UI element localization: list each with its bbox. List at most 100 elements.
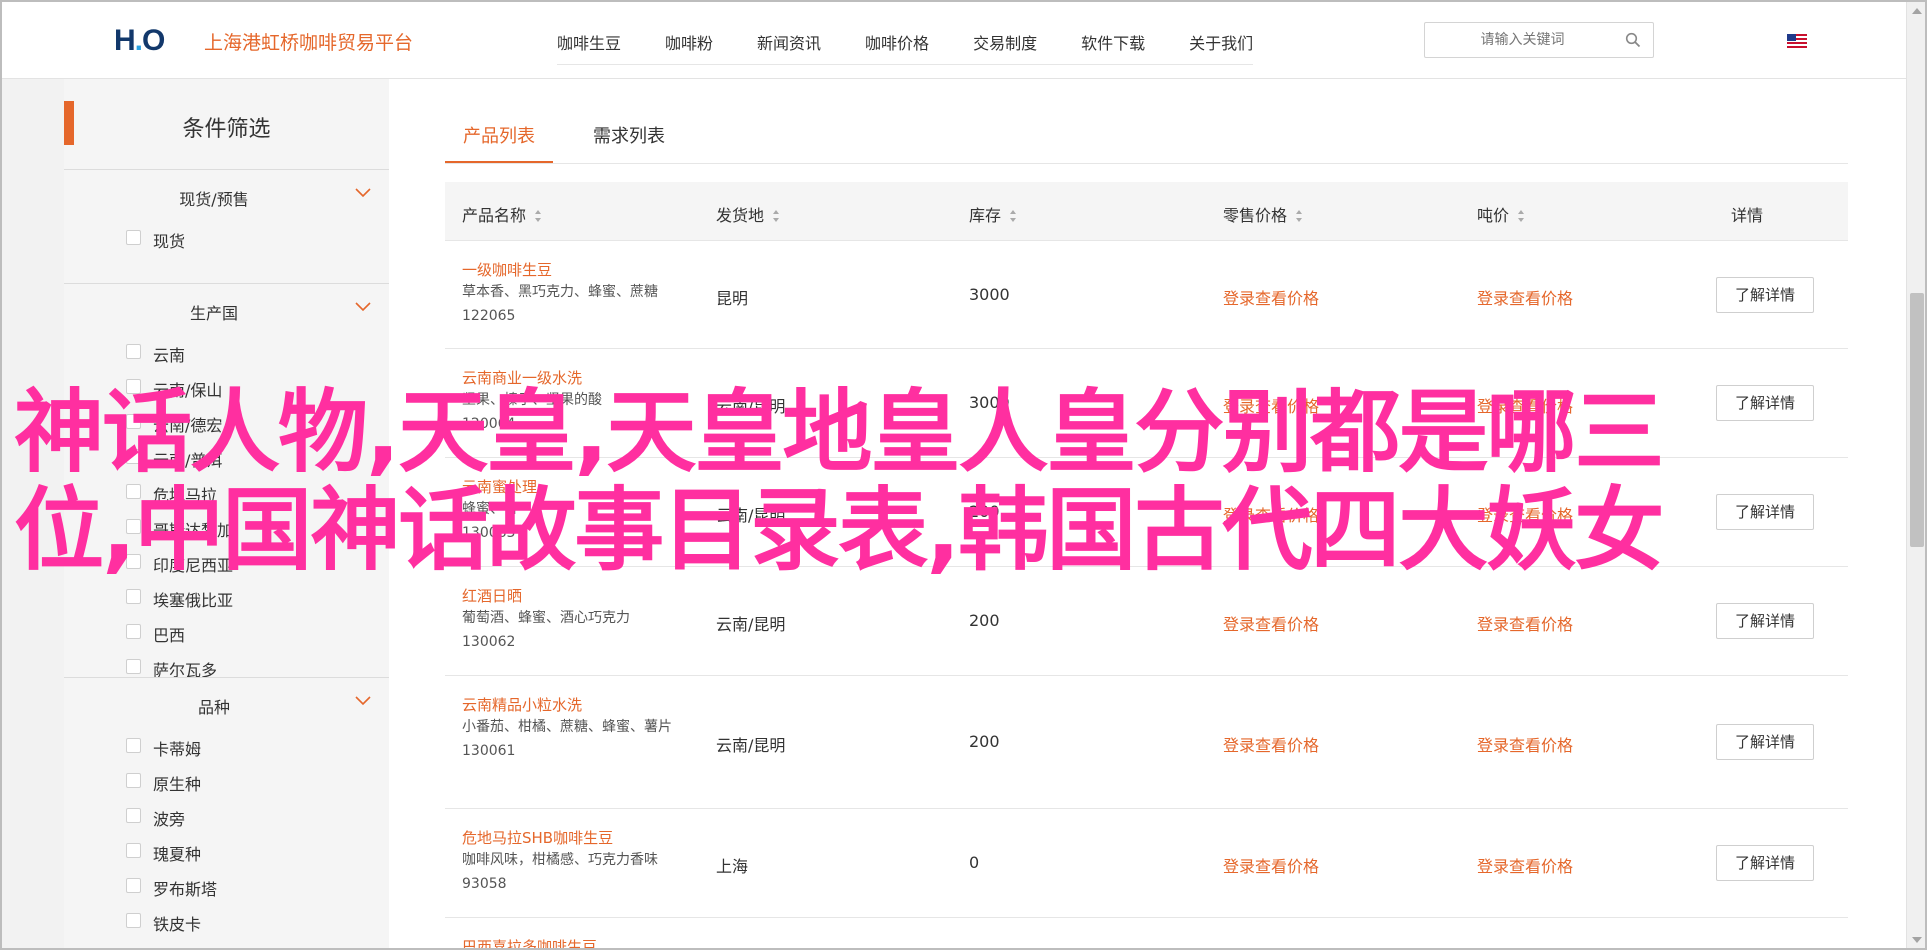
checkbox[interactable] [126, 808, 141, 823]
filter-option-label: 卡蒂姆 [153, 740, 202, 759]
search-icon[interactable] [1625, 32, 1641, 48]
column-header-ton-price[interactable]: 吨价 [1477, 202, 1525, 226]
filter-option[interactable]: 哥斯达黎加 [64, 513, 389, 548]
column-header-stock[interactable]: 库存 [969, 202, 1017, 226]
filter-option[interactable]: 巴西 [64, 618, 389, 653]
tab-demand-list[interactable]: 需求列表 [593, 122, 665, 148]
filter-group-header[interactable]: 现货/预售 [64, 170, 389, 224]
site-title[interactable]: 上海港虹桥咖啡贸易平台 [204, 28, 413, 55]
column-header-origin[interactable]: 发货地 [716, 202, 780, 226]
scroll-down-arrow-icon[interactable] [1912, 937, 1922, 943]
filter-option[interactable]: 云南/保山 [64, 373, 389, 408]
filter-group-header[interactable]: 生产国 [64, 284, 389, 338]
ton-price-login-link[interactable]: 登录查看价格 [1477, 502, 1573, 526]
checkbox[interactable] [126, 449, 141, 464]
checkbox[interactable] [126, 773, 141, 788]
nav-item-about[interactable]: 关于我们 [1189, 22, 1253, 64]
checkbox[interactable] [126, 878, 141, 893]
product-name[interactable]: 云南蜜处理 [462, 476, 537, 497]
chevron-down-icon[interactable] [355, 302, 371, 312]
filter-option[interactable]: 云南/普洱 [64, 443, 389, 478]
scrollbar-thumb[interactable] [1910, 293, 1924, 547]
ton-price-login-link[interactable]: 登录查看价格 [1477, 393, 1573, 417]
filter-option[interactable]: 现货 [64, 224, 389, 259]
ton-price-login-link[interactable]: 登录查看价格 [1477, 853, 1573, 877]
retail-price-login-link[interactable]: 登录查看价格 [1223, 393, 1319, 417]
retail-price-login-link[interactable]: 登录查看价格 [1223, 285, 1319, 309]
filter-option[interactable]: 波旁 [64, 802, 389, 837]
column-header-retail-price[interactable]: 零售价格 [1223, 202, 1303, 226]
checkbox[interactable] [126, 230, 141, 245]
site-logo[interactable]: H.O [114, 24, 174, 58]
retail-price-login-link[interactable]: 登录查看价格 [1223, 732, 1319, 756]
table-row: 危地马拉SHB咖啡生豆 咖啡风味，柑橘感、巧克力香味 93058 上海 0 登录查… [445, 810, 1848, 918]
checkbox[interactable] [126, 843, 141, 858]
sort-icon[interactable] [1009, 209, 1017, 223]
checkbox[interactable] [126, 344, 141, 359]
nav-item-prices[interactable]: 咖啡价格 [865, 22, 929, 64]
filter-option[interactable]: 埃塞俄比亚 [64, 583, 389, 618]
ton-price-login-link[interactable]: 登录查看价格 [1477, 611, 1573, 635]
checkbox[interactable] [126, 519, 141, 534]
details-button[interactable]: 了解详情 [1716, 845, 1814, 881]
vertical-scrollbar[interactable] [1906, 2, 1925, 948]
column-header-name[interactable]: 产品名称 [462, 202, 542, 226]
product-name[interactable]: 危地马拉SHB咖啡生豆 [462, 827, 613, 848]
product-name[interactable]: 一级咖啡生豆 [462, 259, 552, 280]
retail-price-login-link[interactable]: 登录查看价格 [1223, 853, 1319, 877]
details-button[interactable]: 了解详情 [1716, 724, 1814, 760]
checkbox[interactable] [126, 379, 141, 394]
filter-option[interactable]: 铁皮卡 [64, 907, 389, 942]
sort-icon[interactable] [1295, 209, 1303, 223]
sort-icon[interactable] [534, 209, 542, 223]
filter-option[interactable]: 瑰夏种 [64, 837, 389, 872]
us-flag-icon[interactable] [1787, 34, 1807, 48]
checkbox[interactable] [126, 624, 141, 639]
checkbox[interactable] [126, 414, 141, 429]
details-button[interactable]: 了解详情 [1716, 494, 1814, 530]
filter-option[interactable]: 云南/德宏 [64, 408, 389, 443]
filter-option[interactable]: 罗布斯塔 [64, 872, 389, 907]
ton-price-login-link[interactable]: 登录查看价格 [1477, 285, 1573, 309]
product-description: 草本香、黑巧克力、蜂蜜、蔗糖 122065 [462, 280, 672, 328]
filter-group-header[interactable]: 品种 [64, 678, 389, 732]
sort-icon[interactable] [1517, 209, 1525, 223]
checkbox[interactable] [126, 554, 141, 569]
checkbox[interactable] [126, 589, 141, 604]
product-name[interactable]: 巴西喜拉多咖啡生豆 [462, 936, 597, 948]
search-input[interactable] [1425, 23, 1620, 57]
filter-option[interactable]: 卡蒂姆 [64, 732, 389, 767]
details-button[interactable]: 了解详情 [1716, 385, 1814, 421]
details-button[interactable]: 了解详情 [1716, 277, 1814, 313]
filter-option[interactable]: 云南 [64, 338, 389, 373]
filter-option[interactable]: 危地马拉 [64, 478, 389, 513]
filter-option[interactable]: 印度尼西亚 [64, 548, 389, 583]
nav-item-trading-rules[interactable]: 交易制度 [973, 22, 1037, 64]
nav-item-coffee-powder[interactable]: 咖啡粉 [665, 22, 713, 64]
chevron-down-icon[interactable] [355, 696, 371, 706]
checkbox[interactable] [126, 738, 141, 753]
nav-item-news[interactable]: 新闻资讯 [757, 22, 821, 64]
product-name[interactable]: 红酒日晒 [462, 585, 522, 606]
ton-price-login-link[interactable]: 登录查看价格 [1477, 732, 1573, 756]
product-name[interactable]: 云南精品小粒水洗 [462, 694, 582, 715]
nav-item-downloads[interactable]: 软件下载 [1081, 22, 1145, 64]
nav-item-green-beans[interactable]: 咖啡生豆 [557, 22, 621, 64]
checkbox[interactable] [126, 659, 141, 674]
tab-product-list[interactable]: 产品列表 [463, 122, 535, 148]
active-tab-indicator [445, 161, 553, 163]
filter-option[interactable]: 原生种 [64, 767, 389, 802]
checkbox[interactable] [126, 913, 141, 928]
retail-price-login-link[interactable]: 登录查看价格 [1223, 611, 1319, 635]
product-name[interactable]: 云南商业一级水洗 [462, 367, 582, 388]
filter-sidebar: 条件筛选 现货/预售 现货 生产国 云南 云南/保山 云南/德宏 云南/普洱 危… [64, 79, 389, 948]
details-button[interactable]: 了解详情 [1716, 603, 1814, 639]
table-row: 红酒日晒 葡萄酒、蜂蜜、酒心巧克力 130062 云南/昆明 200 登录查看价格… [445, 568, 1848, 676]
checkbox[interactable] [126, 484, 141, 499]
retail-price-login-link[interactable]: 登录查看价格 [1223, 502, 1319, 526]
scroll-up-arrow-icon[interactable] [1912, 8, 1922, 14]
sort-icon[interactable] [772, 209, 780, 223]
column-header-label: 发货地 [716, 206, 765, 225]
filter-option-label: 云南/保山 [153, 381, 223, 400]
chevron-down-icon[interactable] [355, 188, 371, 198]
